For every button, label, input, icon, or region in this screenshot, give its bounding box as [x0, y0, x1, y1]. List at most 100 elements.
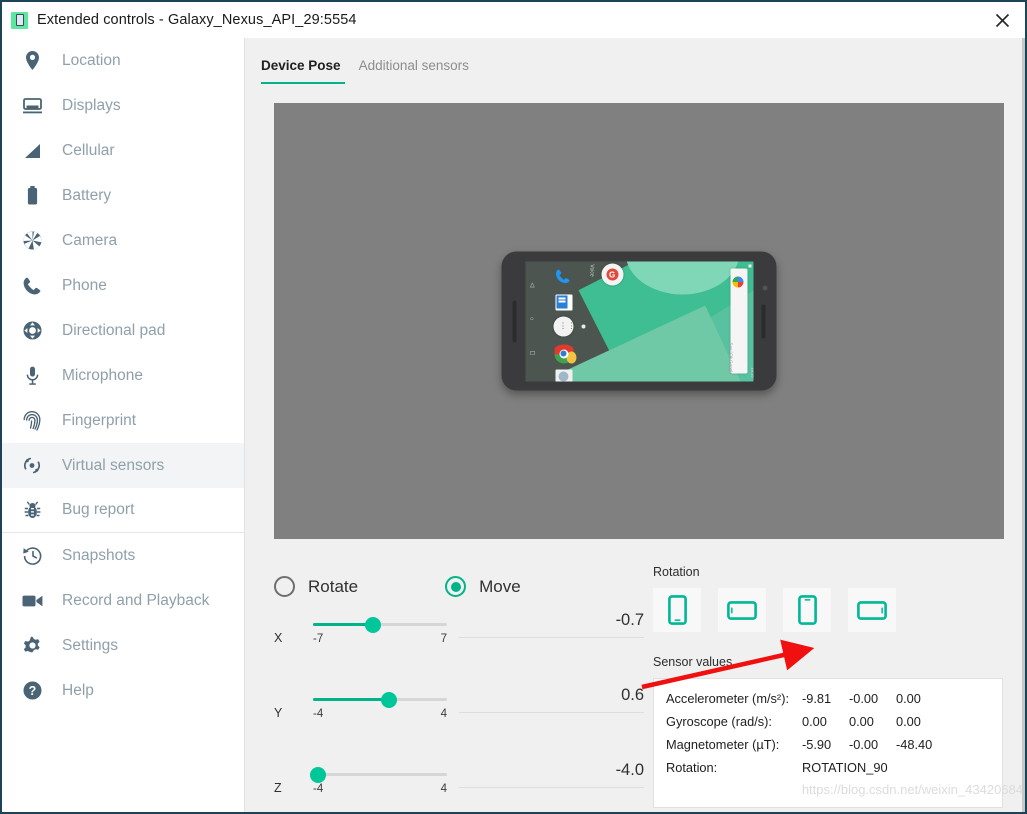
window-title: Extended controls - Galaxy_Nexus_API_29:…: [37, 12, 357, 28]
sidebar-item-location[interactable]: Location: [2, 38, 244, 83]
radio-move-circle: [445, 576, 467, 597]
sensor-value-z: -48.40: [896, 737, 933, 752]
speaker-grille-left: [512, 300, 517, 342]
slider-max-y: 4: [440, 708, 447, 720]
sidebar-nav: Location Displays Cellular Battery Camer: [2, 38, 245, 812]
close-icon[interactable]: [987, 6, 1017, 34]
sidebar-item-record-and-playback[interactable]: Record and Playback: [2, 578, 244, 623]
sensor-label: Gyroscope (rad/s):: [666, 714, 772, 729]
speaker-grille-right: [761, 304, 766, 338]
sidebar-item-bug-report[interactable]: Bug report: [2, 488, 244, 533]
video-camera-icon: [19, 589, 45, 613]
tab-bar: Device Pose Additional sensors: [261, 58, 469, 84]
phone-screen: △ ○ ◻ G Voice ⋮⋮⋮ Say "Ok Google" 10:15: [525, 261, 753, 381]
phone-landscape-icon: [727, 600, 757, 620]
sensor-row-rotation: Rotation: ROTATION_90: [666, 760, 1002, 783]
rotation-button-reverse-portrait[interactable]: [783, 588, 831, 632]
svg-text:?: ?: [28, 684, 36, 698]
sidebar-item-label: Record and Playback: [62, 591, 210, 609]
extended-controls-window: Extended controls - Galaxy_Nexus_API_29:…: [0, 0, 1027, 814]
slider-value-z[interactable]: -4.0: [459, 761, 644, 788]
sidebar-item-label: Cellular: [62, 141, 115, 159]
question-mark-icon: ?: [19, 679, 45, 703]
dpad-icon: [19, 319, 45, 343]
watermark: https://blog.csdn.net/weixin_43420684: [801, 782, 1023, 797]
slider-axis-label-x: X: [274, 631, 283, 645]
sensor-value-y: -0.00: [849, 691, 879, 706]
tab-device-pose[interactable]: Device Pose: [261, 58, 345, 84]
android-emulator-icon: [11, 11, 28, 29]
device-pose-preview[interactable]: △ ○ ◻ G Voice ⋮⋮⋮ Say "Ok Google" 10:15: [274, 103, 1004, 539]
sensor-value-x: -5.90: [802, 737, 832, 752]
sensor-value-x: 0.00: [802, 714, 827, 729]
location-pin-icon: [19, 49, 45, 73]
slider-axis-label-z: Z: [274, 781, 282, 795]
slider-value-x[interactable]: -0.7: [459, 611, 644, 638]
google-search-bar: Say "Ok Google": [729, 268, 747, 376]
sidebar-item-label: Virtual sensors: [62, 456, 165, 474]
slider-thumb-z[interactable]: [310, 766, 327, 783]
sidebar-item-battery[interactable]: Battery: [2, 173, 244, 218]
slider-track-y[interactable]: -4 4: [313, 686, 447, 720]
rotation-button-reverse-landscape[interactable]: [848, 588, 896, 632]
slider-min-x: -7: [313, 633, 324, 645]
slider-track-z[interactable]: -4 4: [310, 761, 447, 795]
radio-rotate-circle: [274, 576, 295, 597]
sidebar-item-help[interactable]: ? Help: [2, 668, 244, 713]
slider-track-x[interactable]: -7 7: [313, 611, 447, 645]
phone-mockup: △ ○ ◻ G Voice ⋮⋮⋮ Say "Ok Google" 10:15: [501, 251, 777, 391]
sensor-rotation-label: Rotation:: [666, 760, 718, 775]
camera-dot-icon: [762, 285, 768, 291]
history-clock-icon: [19, 544, 45, 568]
battery-icon: [19, 184, 45, 208]
slider-min-y: -4: [313, 708, 324, 720]
fingerprint-icon: [19, 409, 45, 433]
sidebar-item-displays[interactable]: Displays: [2, 83, 244, 128]
gear-icon: [19, 634, 45, 658]
slider-min-z: -4: [313, 783, 324, 795]
virtual-sensors-icon: [19, 454, 45, 478]
bug-icon: [19, 498, 45, 522]
sidebar-item-label: Snapshots: [62, 546, 136, 564]
tab-additional-sensors[interactable]: Additional sensors: [359, 58, 469, 84]
sidebar-item-snapshots[interactable]: Snapshots: [2, 533, 244, 578]
sensor-row-accelerometer: Accelerometer (m/s²): -9.81 -0.00 0.00: [666, 691, 1002, 714]
scrollbar[interactable]: [1022, 38, 1025, 812]
sensor-value-y: -0.00: [849, 737, 879, 752]
sidebar-item-cellular[interactable]: Cellular: [2, 128, 244, 173]
main-panel: Device Pose Additional sensors △ ○ ◻ G V…: [245, 38, 1025, 812]
sidebar-item-label: Microphone: [62, 366, 143, 384]
radio-rotate-label: Rotate: [308, 576, 359, 596]
slider-thumb-x[interactable]: [365, 616, 382, 633]
microphone-icon: [19, 364, 45, 388]
radio-rotate[interactable]: Rotate: [274, 576, 358, 597]
sidebar-item-label: Fingerprint: [62, 411, 137, 429]
sidebar-item-directional-pad[interactable]: Directional pad: [2, 308, 244, 353]
rotation-title: Rotation: [653, 565, 700, 579]
signal-bars-icon: [19, 139, 45, 163]
sidebar-item-phone[interactable]: Phone: [2, 263, 244, 308]
sidebar-item-label: Displays: [62, 96, 121, 114]
phone-reverse-landscape-icon: [857, 600, 887, 620]
slider-value-y[interactable]: 0.6: [459, 686, 644, 713]
sensor-values-title: Sensor values: [653, 655, 733, 669]
radio-move[interactable]: Move: [445, 576, 521, 597]
slider-max-z: 4: [440, 783, 447, 795]
sidebar-item-label: Settings: [62, 636, 119, 654]
sensor-row-magnetometer: Magnetometer (µT): -5.90 -0.00 -48.40: [666, 737, 1002, 760]
sidebar-item-settings[interactable]: Settings: [2, 623, 244, 668]
phone-handset-icon: [19, 274, 45, 298]
slider-max-x: 7: [440, 633, 447, 645]
rotation-button-landscape[interactable]: [718, 588, 766, 632]
sidebar-item-label: Help: [62, 681, 94, 699]
sidebar-item-microphone[interactable]: Microphone: [2, 353, 244, 398]
sidebar-item-fingerprint[interactable]: Fingerprint: [2, 398, 244, 443]
sensor-value-z: 0.00: [896, 691, 921, 706]
phone-portrait-icon: [667, 595, 687, 625]
slider-thumb-y[interactable]: [381, 691, 398, 708]
rotation-button-portrait[interactable]: [653, 588, 701, 632]
sidebar-item-camera[interactable]: Camera: [2, 218, 244, 263]
sidebar-item-virtual-sensors[interactable]: Virtual sensors: [2, 443, 244, 488]
camera-aperture-icon: [19, 229, 45, 253]
radio-move-label: Move: [479, 576, 521, 596]
